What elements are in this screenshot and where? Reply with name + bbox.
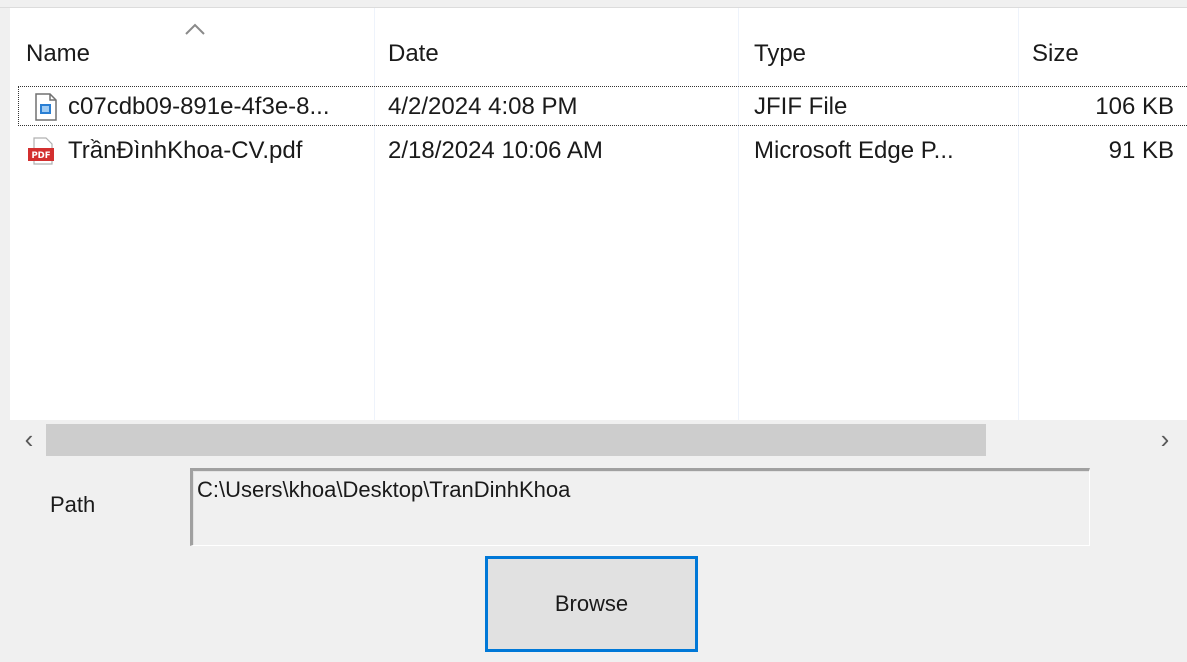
column-header-type[interactable]: Type <box>754 34 806 74</box>
file-row[interactable]: PDF TrầnĐìnhKhoa-CV.pdf 2/18/2024 10:06 … <box>10 130 1187 172</box>
scroll-right-arrow-icon[interactable]: › <box>1150 424 1180 456</box>
file-list-view[interactable]: Name Date Type Size c07cdb09-891e-4f3e-8… <box>10 8 1187 420</box>
column-header-size[interactable]: Size <box>1032 34 1079 74</box>
image-file-icon <box>35 93 57 121</box>
horizontal-scrollbar[interactable]: ‹ › <box>10 420 1187 458</box>
svg-text:PDF: PDF <box>31 151 50 161</box>
file-date: 4/2/2024 4:08 PM <box>388 93 578 120</box>
pdf-file-icon: PDF <box>28 137 54 165</box>
file-date: 2/18/2024 10:06 AM <box>388 137 603 164</box>
file-size: 106 KB <box>1095 93 1174 120</box>
file-type: Microsoft Edge P... <box>754 137 954 164</box>
file-name: TrầnĐìnhKhoa-CV.pdf <box>68 137 303 164</box>
file-size: 91 KB <box>1108 137 1174 164</box>
sort-ascending-icon <box>185 23 205 35</box>
file-row[interactable]: c07cdb09-891e-4f3e-8... 4/2/2024 4:08 PM… <box>10 86 1187 128</box>
path-field[interactable]: C:\Users\khoa\Desktop\TranDinhKhoa <box>190 468 1090 546</box>
path-label: Path <box>50 492 96 517</box>
scroll-left-arrow-icon[interactable]: ‹ <box>14 424 44 456</box>
path-value: C:\Users\khoa\Desktop\TranDinhKhoa <box>197 477 571 502</box>
column-header-name[interactable]: Name <box>26 34 90 74</box>
browse-button[interactable]: Browse <box>485 556 698 652</box>
column-header-date[interactable]: Date <box>388 34 439 74</box>
file-name: c07cdb09-891e-4f3e-8... <box>68 93 330 120</box>
list-header: Name Date Type Size <box>10 8 1187 73</box>
scrollbar-thumb[interactable] <box>46 424 986 456</box>
file-type: JFIF File <box>754 93 848 120</box>
